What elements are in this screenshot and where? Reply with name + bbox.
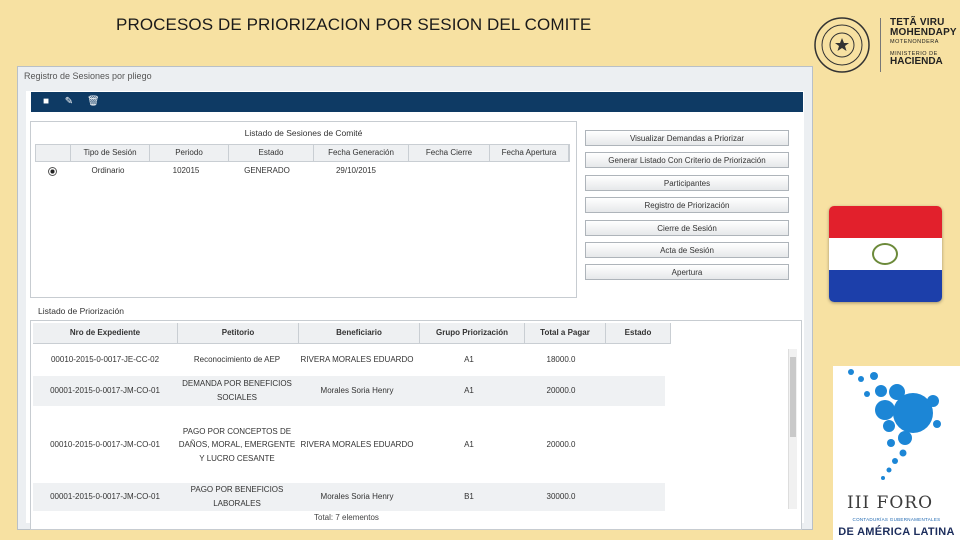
cell-grupo: A1: [417, 376, 521, 406]
column-header[interactable]: Fecha Generación: [314, 145, 409, 161]
window-title: Registro de Sesiones por pliego: [24, 71, 152, 81]
cell: 102015: [172, 166, 200, 175]
edit-icon[interactable]: ✎: [64, 97, 74, 107]
column-header[interactable]: Tipo de Sesión: [71, 145, 150, 161]
cell-grupo: A1: [464, 440, 474, 450]
paraguay-flag-image: [829, 206, 942, 302]
table-row[interactable]: 00010-2015-0-0017-JM-CO-01 PAGO POR CONC…: [33, 409, 665, 482]
foro-bubbles-graphic: [848, 369, 941, 480]
cell-beneficiario: Morales Soria Henry: [297, 376, 417, 406]
cell-estado: [601, 376, 665, 406]
column-header[interactable]: Estado: [606, 323, 671, 343]
row-radio[interactable]: [35, 164, 69, 178]
priorizacion-panel: Nro de Expediente Petitorio Beneficiario…: [30, 320, 802, 530]
sessions-caption: Listado de Sesiones de Comité: [244, 128, 363, 138]
cell-petitorio: PAGO POR CONCEPTOS DE DAÑOS, MORAL, EMER…: [178, 426, 296, 463]
cell-petitorio: PAGO POR BENEFICIOS LABORALES: [177, 483, 297, 511]
column-header[interactable]: Periodo: [150, 145, 229, 161]
visualizar-demandas-button[interactable]: Visualizar Demandas a Priorizar: [585, 130, 789, 146]
priorizacion-caption: Listado de Priorización: [38, 306, 124, 316]
column-header[interactable]: Beneficiario: [299, 323, 420, 343]
cell-expediente: 00001-2015-0-0017-JM-CO-01: [33, 376, 177, 406]
table-footer: Total: 7 elementos: [314, 513, 379, 522]
slide-title: PROCESOS DE PRIORIZACION POR SESION DEL …: [116, 15, 592, 34]
radio-selected-icon[interactable]: [47, 167, 57, 176]
foro-title: III FORO: [847, 493, 934, 513]
cell-total: 30000.0: [521, 483, 601, 511]
column-header[interactable]: Fecha Apertura: [490, 145, 569, 161]
cell-grupo: A1: [464, 355, 474, 365]
cell-petitorio: DEMANDA POR BENEFICIOS SOCIALES: [177, 376, 297, 406]
registro-priorizacion-button[interactable]: Registro de Priorización: [585, 197, 789, 213]
cell-total: 20000.0: [546, 440, 576, 450]
brand-line-5: HACIENDA: [890, 56, 943, 67]
cell-total: 18000.0: [546, 355, 576, 365]
select-column-header: [36, 145, 71, 161]
column-header[interactable]: Petitorio: [178, 323, 299, 343]
column-header[interactable]: Fecha Cierre: [409, 145, 490, 161]
cell-beneficiario: RIVERA MORALES EDUARDO: [300, 440, 414, 450]
column-header[interactable]: Estado: [229, 145, 314, 161]
national-seal-logo: [814, 17, 870, 73]
foro-logo: III FORO CONTADURÍAS GUBERNAMENTALES DE …: [833, 366, 960, 540]
cell-expediente: 00001-2015-0-0017-JM-CO-01: [33, 483, 177, 511]
cell-beneficiario: Morales Soria Henry: [297, 483, 417, 511]
cell-grupo: B1: [417, 483, 521, 511]
cell-estado: [601, 409, 665, 481]
table-row[interactable]: Ordinario 102015 GENERADO 29/10/2015: [35, 164, 561, 178]
cell-beneficiario: RIVERA MORALES EDUARDO: [300, 355, 414, 365]
priorizacion-header: Nro de Expediente Petitorio Beneficiario…: [33, 323, 671, 344]
cell-expediente: 00010-2015-0-0017-JE-CC-02: [50, 355, 160, 365]
vertical-scrollbar[interactable]: [788, 349, 797, 509]
brand-line-3: MOTENONDERA: [890, 39, 939, 45]
sessions-header: Tipo de Sesión Periodo Estado Fecha Gene…: [35, 144, 570, 162]
brand-line-2: MOHENDAPY: [890, 27, 957, 38]
new-icon[interactable]: ■: [41, 97, 51, 107]
sessions-panel: Listado de Sesiones de Comité Tipo de Se…: [30, 121, 577, 298]
cierre-sesion-button[interactable]: Cierre de Sesión: [585, 220, 789, 236]
cell-petitorio: Reconocimiento de AEP: [193, 355, 281, 365]
participantes-button[interactable]: Participantes: [585, 175, 789, 191]
ministry-brand: TETÃ VIRU MOHENDAPY MOTENONDERA MINISTER…: [890, 18, 960, 67]
cell: Ordinario: [91, 166, 125, 175]
foro-region: DE AMÉRICA LATINA: [838, 526, 955, 538]
cell: [403, 164, 483, 178]
cell-estado: [601, 483, 665, 511]
cell-total: 20000.0: [521, 376, 601, 406]
delete-icon[interactable]: 🗑: [87, 97, 100, 107]
cell-expediente: 00010-2015-0-0017-JM-CO-01: [50, 440, 160, 450]
cell-estado: [601, 345, 665, 375]
table-row[interactable]: 00001-2015-0-0017-JM-CO-01 PAGO POR BENE…: [33, 483, 665, 512]
column-header[interactable]: Nro de Expediente: [33, 323, 178, 343]
toolbar: ■ ✎ 🗑: [31, 92, 803, 112]
foro-subtitle: CONTADURÍAS GUBERNAMENTALES: [852, 517, 941, 522]
cell: 29/10/2015: [335, 166, 377, 175]
cell: GENERADO: [244, 166, 290, 175]
generar-listado-button[interactable]: Generar Listado Con Criterio de Prioriza…: [585, 152, 789, 168]
column-header[interactable]: Grupo Priorización: [420, 323, 525, 343]
brand-divider: [880, 18, 881, 72]
cell: [483, 164, 561, 178]
apertura-button[interactable]: Apertura: [585, 264, 789, 280]
table-row[interactable]: 00001-2015-0-0017-JM-CO-01 DEMANDA POR B…: [33, 376, 665, 407]
flag-emblem-icon: [872, 243, 898, 265]
acta-sesion-button[interactable]: Acta de Sesión: [585, 242, 789, 258]
table-row[interactable]: 00010-2015-0-0017-JE-CC-02 Reconocimient…: [33, 345, 665, 376]
column-header[interactable]: Total a Pagar: [525, 323, 606, 343]
scrollbar-thumb[interactable]: [790, 357, 796, 437]
